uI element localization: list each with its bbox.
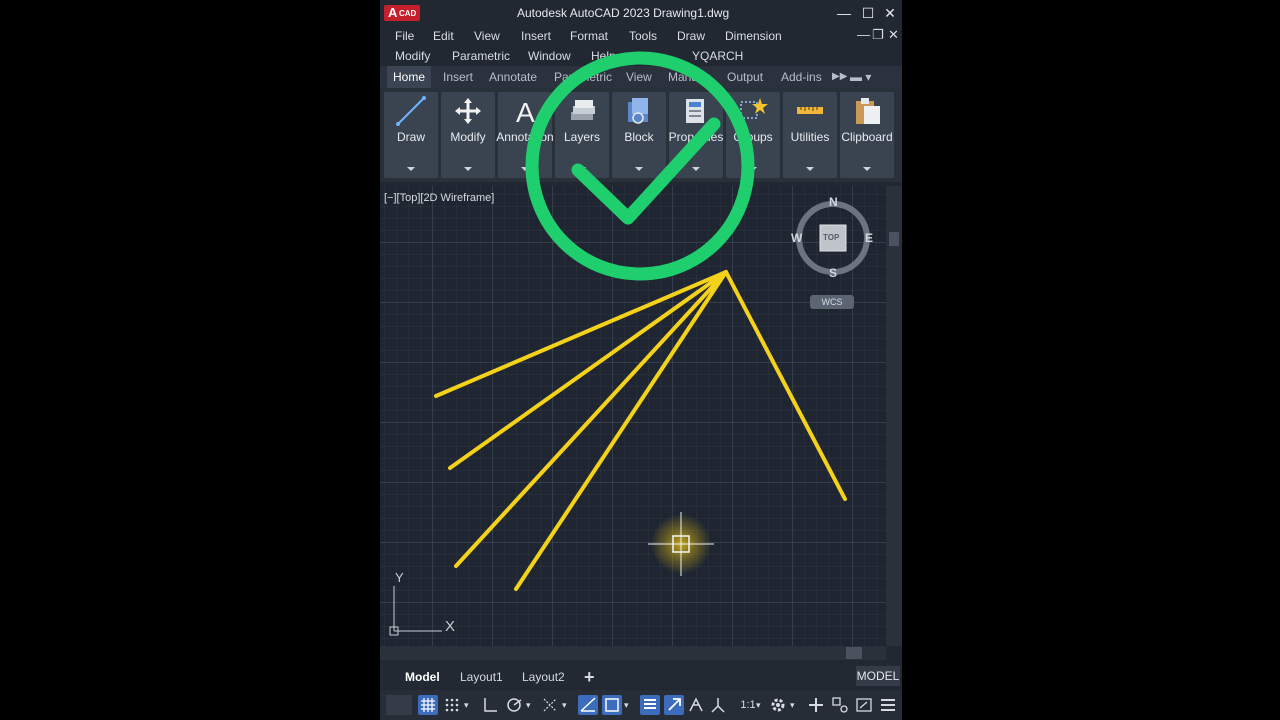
isolate-objects-icon[interactable] [830,695,850,715]
autocad-logo[interactable]: A CAD [384,5,420,21]
quick-properties-icon[interactable] [640,695,660,715]
workspace-dropdown-icon[interactable]: ▬ ▾ [850,66,871,88]
menu-format[interactable]: Format [570,29,608,43]
ucs-x-label: X [445,618,455,635]
menu-insert[interactable]: Insert [521,29,551,43]
annotation-visibility-icon[interactable] [686,695,706,715]
horizontal-scrollbar[interactable] [380,646,886,660]
window-title: Autodesk AutoCAD 2023 Drawing1.dwg [517,6,730,20]
menu-dimension[interactable]: Dimension [725,29,782,43]
tab-overflow-icon[interactable]: ▶▶ [832,66,847,88]
close-button[interactable]: ✕ [880,4,900,22]
menu-file[interactable]: File [395,29,414,43]
add-layout-button[interactable]: + [584,668,595,686]
grid-icon[interactable] [418,695,438,715]
move-icon [455,98,481,124]
auto-scale-icon[interactable] [708,695,728,715]
viewcube[interactable]: N S E W TOP [791,195,873,280]
compass-n[interactable]: N [829,195,838,209]
layout-tab-bar: Model Layout1 Layout2 + [380,664,902,688]
chevron-down-icon[interactable] [407,167,415,171]
yellow-line-group[interactable] [434,270,847,591]
menu-modify[interactable]: Modify [395,49,430,63]
plus-icon[interactable] [806,695,826,715]
tab-home[interactable]: Home [387,66,432,88]
clipboard-icon [856,98,880,124]
autocad-window: A CAD Autodesk AutoCAD 2023 Drawing1.dwg… [380,0,902,720]
ortho-icon[interactable] [480,695,500,715]
panel-utilities[interactable]: Utilities [783,92,837,178]
measure-icon [797,107,823,114]
panel-clipboard[interactable]: Clipboard [840,92,894,178]
panel-modify[interactable]: Modify [441,92,495,178]
lineweight-icon[interactable] [578,695,598,715]
scroll-thumb[interactable] [846,647,862,659]
crosshair-cursor [648,512,714,576]
maximize-button[interactable]: ☐ [858,4,878,22]
ucs-y-label: Y [395,570,404,585]
object-snap-tracking-icon[interactable] [540,695,560,715]
drawn-line[interactable] [448,270,728,470]
mdi-restore-button[interactable]: ❐ [872,27,884,43]
minimize-button[interactable]: — [834,4,854,22]
tab-model[interactable]: Model [405,668,440,686]
mdi-close-button[interactable]: ✕ [888,27,899,43]
title-bar: A CAD Autodesk AutoCAD 2023 Drawing1.dwg… [380,0,902,26]
tab-insert[interactable]: Insert [443,66,473,88]
tab-add-ins[interactable]: Add-ins [781,66,822,88]
menu-tools[interactable]: Tools [629,29,657,43]
logo-sub: CAD [399,9,417,18]
green-checkmark-icon [525,51,755,281]
line-icon [396,96,426,126]
polar-icon[interactable] [504,695,524,715]
scroll-thumb[interactable] [889,232,899,246]
panel-label-clipboard: Clipboard [841,130,893,144]
tab-layout2[interactable]: Layout2 [522,668,565,686]
mdi-minimize-button[interactable]: — [857,27,870,42]
ucs-icon [389,586,442,636]
transparency-icon[interactable] [602,695,622,715]
gear-icon[interactable] [768,695,788,715]
tab-layout1[interactable]: Layout1 [460,668,503,686]
snap-icon[interactable] [442,695,462,715]
chevron-down-icon[interactable] [464,167,472,171]
model-space-badge[interactable]: MODEL [856,666,900,686]
fullscreen-icon[interactable] [854,695,874,715]
wcs-menu[interactable]: WCS [810,295,854,309]
status-bar: ▾ ▾ ▾ ▾ 1:1 ▾ ▾ [380,690,902,720]
chevron-down-icon[interactable] [806,167,814,171]
compass-e[interactable]: E [865,231,873,245]
hamburger-menu-icon[interactable] [878,695,898,715]
menu-parametric[interactable]: Parametric [452,49,510,63]
menu-draw[interactable]: Draw [677,29,705,43]
compass-s[interactable]: S [829,266,837,280]
chevron-down-icon[interactable] [863,167,871,171]
vertical-scrollbar[interactable] [886,186,902,646]
coordinates-toggle-icon[interactable] [386,695,412,715]
menu-view[interactable]: View [474,29,500,43]
menu-edit[interactable]: Edit [433,29,454,43]
logo-letter: A [388,5,398,20]
compass-w[interactable]: W [791,231,802,245]
panel-draw[interactable]: Draw [384,92,438,178]
viewcube-top-face[interactable]: TOP [823,233,839,242]
selection-cycling-icon[interactable] [664,695,684,715]
